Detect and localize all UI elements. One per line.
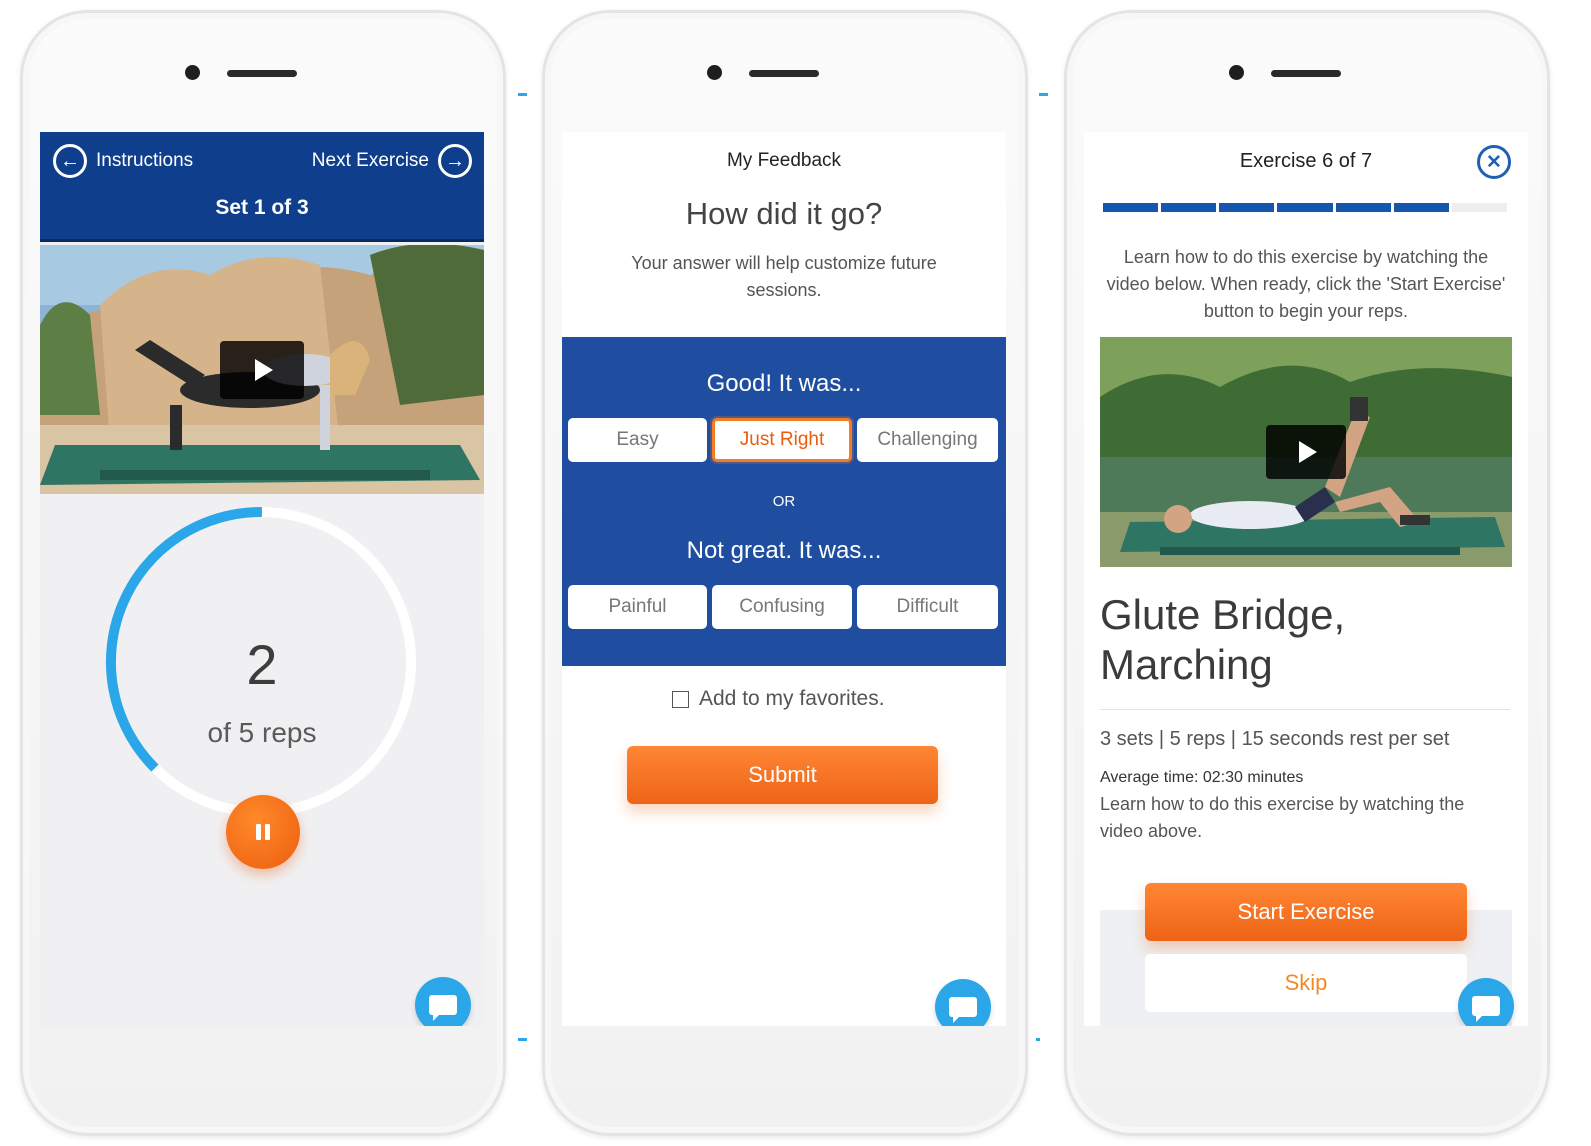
exercise-name-line2: Marching — [1100, 641, 1273, 688]
exercise-progress-bar — [1103, 203, 1507, 212]
arrow-left-circle-icon: ← — [53, 144, 87, 178]
phone-camera — [185, 65, 200, 80]
progress-segment-complete — [1335, 203, 1391, 212]
submit-button[interactable]: Submit — [627, 746, 938, 804]
pause-button[interactable] — [226, 795, 300, 869]
option-painful[interactable]: Painful — [568, 585, 707, 629]
close-circle-icon[interactable]: ✕ — [1477, 145, 1511, 179]
or-label: OR — [772, 493, 796, 510]
phone-speaker — [1271, 70, 1341, 77]
phone-workout: ← Instructions Next Exercise → Set 1 of … — [20, 10, 506, 1136]
option-challenging[interactable]: Challenging — [857, 418, 998, 462]
workout-header: ← Instructions Next Exercise → Set 1 of … — [40, 132, 484, 242]
start-exercise-button[interactable]: Start Exercise — [1145, 883, 1467, 941]
exercise-intro: Learn how to do this exercise by watchin… — [1106, 247, 1506, 321]
feedback-panel: Good! It was... Easy Just Right Challeng… — [562, 337, 1006, 666]
chat-bubble-icon — [429, 995, 457, 1021]
feedback-heading: How did it go? — [685, 196, 883, 231]
feedback-screen: My Feedback How did it go? Your answer w… — [562, 132, 1006, 1026]
progress-segment-complete — [1219, 203, 1275, 212]
option-just-right[interactable]: Just Right — [712, 418, 852, 462]
favorites-checkbox[interactable] — [672, 690, 689, 708]
exercise-name-line1: Glute Bridge, — [1100, 591, 1346, 638]
feedback-title: My Feedback — [726, 150, 842, 171]
progress-segment-pending — [1451, 203, 1507, 212]
next-exercise-label: Next Exercise — [311, 150, 429, 171]
divider-dash — [1039, 93, 1048, 96]
bad-label: Not great. It was... — [686, 537, 882, 564]
favorites-row: Add to my favorites. — [672, 687, 885, 711]
chat-bubble-icon — [949, 997, 977, 1023]
progress-segment-complete — [1393, 203, 1449, 212]
phone-feedback: My Feedback How did it go? Your answer w… — [542, 10, 1028, 1136]
exercise-title: Exercise 6 of 7 — [1239, 150, 1373, 172]
rep-label: of 5 reps — [207, 717, 317, 748]
phone-camera — [1229, 65, 1244, 80]
phone-exercise-detail: Exercise 6 of 7 ✕ Learn how to do this e… — [1064, 10, 1550, 1136]
exercise-name: Glute Bridge, Marching — [1100, 590, 1510, 690]
workout-screen: ← Instructions Next Exercise → Set 1 of … — [40, 132, 484, 1026]
chat-button[interactable] — [415, 977, 471, 1026]
exercise-video[interactable] — [1100, 337, 1512, 567]
chat-button[interactable] — [1458, 978, 1514, 1026]
phone-speaker — [227, 70, 297, 77]
pause-icon-bar — [265, 824, 270, 840]
next-exercise-button[interactable]: Next Exercise → — [312, 144, 472, 178]
exercise-video[interactable] — [40, 245, 484, 494]
skip-button[interactable]: Skip — [1145, 954, 1467, 1012]
average-time: Average time: 02:30 minutes — [1100, 769, 1304, 786]
favorites-label: Add to my favorites. — [699, 687, 885, 710]
pause-icon — [256, 824, 261, 840]
instructions-label: Instructions — [96, 150, 194, 171]
chat-button[interactable] — [935, 979, 991, 1026]
divider-dash — [518, 1038, 527, 1041]
progress-segment-complete — [1103, 203, 1159, 212]
option-easy[interactable]: Easy — [568, 418, 707, 462]
rep-count: 2 — [246, 633, 278, 696]
phone-speaker — [749, 70, 819, 77]
exercise-description: Learn how to do this exercise by watchin… — [1100, 794, 1465, 841]
progress-segment-complete — [1277, 203, 1333, 212]
arrow-right-circle-icon: → — [438, 144, 472, 178]
phone-camera — [707, 65, 722, 80]
set-label: Set 1 of 3 — [215, 196, 309, 219]
exercise-meta: 3 sets | 5 reps | 15 seconds rest per se… — [1100, 728, 1450, 750]
instructions-button[interactable]: ← Instructions — [53, 144, 193, 178]
play-icon[interactable] — [220, 341, 304, 399]
play-icon[interactable] — [1266, 425, 1346, 479]
option-difficult[interactable]: Difficult — [857, 585, 998, 629]
exercise-screen: Exercise 6 of 7 ✕ Learn how to do this e… — [1084, 132, 1528, 1026]
feedback-subheading: Your answer will help customize future s… — [631, 253, 937, 300]
chat-bubble-icon — [1472, 996, 1500, 1022]
good-label: Good! It was... — [706, 370, 862, 397]
divider-dash — [518, 93, 527, 96]
divider — [1100, 709, 1510, 710]
divider-dash — [1036, 1038, 1040, 1041]
progress-segment-complete — [1161, 203, 1217, 212]
option-confusing[interactable]: Confusing — [712, 585, 852, 629]
